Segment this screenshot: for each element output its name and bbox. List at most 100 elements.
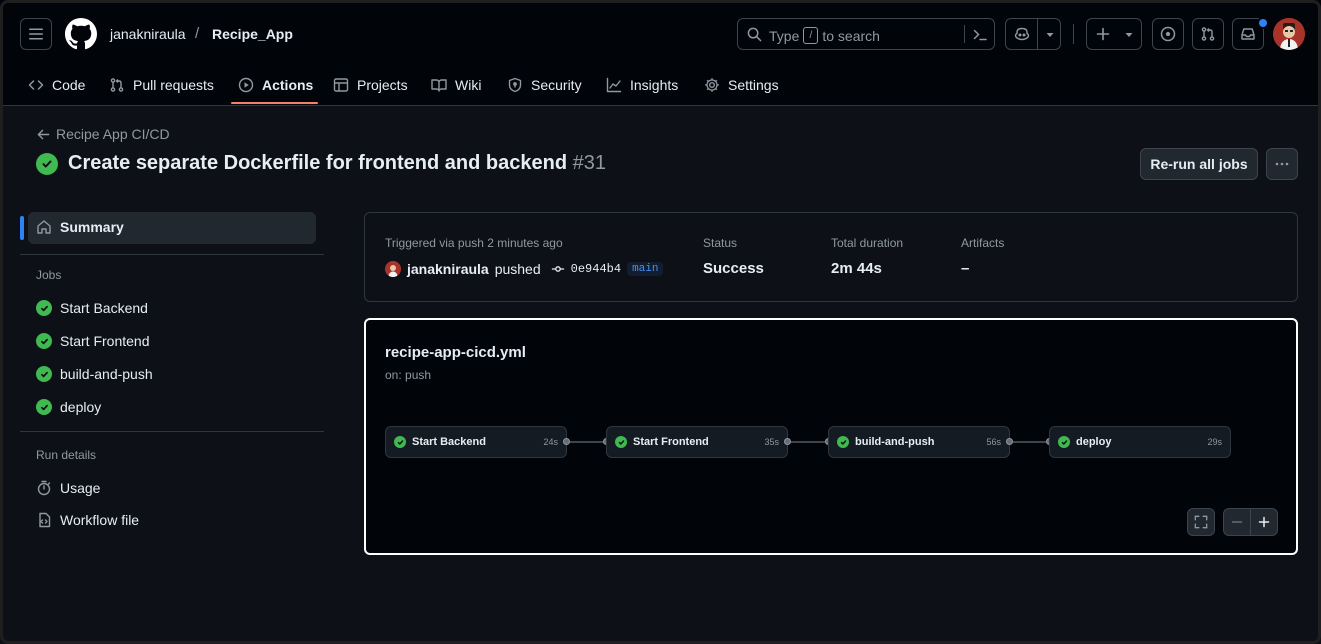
job-node-name: build-and-push	[855, 436, 935, 448]
job-connector-dot	[563, 438, 570, 445]
tab-projects-label: Projects	[357, 77, 408, 93]
job-node-name: Start Frontend	[633, 436, 709, 448]
job-node-duration: 56s	[986, 437, 1001, 447]
sidebar-job-label: Start Frontend	[60, 333, 150, 349]
rerun-all-jobs-button[interactable]: Re-run all jobs	[1140, 148, 1258, 180]
actor-avatar[interactable]	[385, 261, 401, 277]
job-node-name: Start Backend	[412, 436, 486, 448]
chevron-down-icon	[1125, 33, 1133, 37]
job-connector-line	[1013, 441, 1046, 443]
command-palette-icon[interactable]	[972, 27, 988, 43]
tab-security[interactable]: Security	[507, 66, 582, 104]
tab-wiki[interactable]: Wiki	[431, 66, 481, 104]
code-icon	[28, 80, 44, 90]
job-node-build-and-push[interactable]: build-and-push 56s	[828, 426, 1010, 458]
run-title-label: Create separate Dockerfile for frontend …	[68, 152, 568, 174]
tab-insights[interactable]: Insights	[606, 66, 678, 104]
check-circle-icon	[615, 436, 627, 448]
back-to-workflow-link[interactable]: Recipe App CI/CD	[37, 126, 170, 142]
chevron-down-icon[interactable]	[1045, 31, 1055, 39]
total-duration-value: 2m 44s	[831, 260, 882, 277]
search-shortcut-key: /	[803, 27, 819, 44]
sidebar-active-indicator	[20, 216, 24, 240]
github-logo-icon[interactable]	[65, 18, 97, 50]
tab-settings[interactable]: Settings	[704, 66, 779, 104]
git-pull-request-icon	[110, 78, 124, 92]
zoom-out-button[interactable]	[1223, 508, 1251, 536]
job-node-duration: 29s	[1207, 437, 1222, 447]
sidebar-item-usage[interactable]: Usage	[36, 480, 100, 496]
create-new-button[interactable]	[1086, 18, 1142, 50]
issue-opened-icon	[1160, 26, 1176, 42]
tab-projects[interactable]: Projects	[333, 66, 408, 104]
breadcrumb-repo[interactable]: Recipe_App	[212, 26, 293, 42]
sidebar-divider	[20, 254, 324, 255]
more-options-button[interactable]	[1266, 148, 1298, 180]
git-pull-request-icon	[1201, 27, 1215, 41]
tab-pull-requests[interactable]: Pull requests	[109, 66, 214, 104]
copilot-button[interactable]	[1005, 18, 1061, 50]
job-connector-dot	[1006, 438, 1013, 445]
notification-dot	[1257, 17, 1269, 29]
commit-sha-link[interactable]: 0e944b4	[571, 262, 621, 276]
run-number: #31	[572, 152, 606, 174]
global-header: janakniraula / Recipe_App Type / to sear…	[0, 0, 1321, 106]
tab-code[interactable]: Code	[28, 66, 85, 104]
job-node-deploy[interactable]: deploy 29s	[1049, 426, 1231, 458]
workflow-file-name[interactable]: recipe-app-cicd.yml	[385, 344, 526, 361]
job-connector-dot	[784, 438, 791, 445]
triggered-label: Triggered via push 2 minutes ago	[385, 236, 563, 250]
issues-button[interactable]	[1152, 18, 1184, 50]
run-title-text: Create separate Dockerfile for frontend …	[68, 152, 606, 175]
stopwatch-icon	[37, 480, 51, 496]
plus-icon	[1096, 27, 1110, 41]
job-node-start-frontend[interactable]: Start Frontend 35s	[606, 426, 788, 458]
active-tab-indicator	[231, 102, 318, 104]
tab-security-label: Security	[531, 77, 582, 93]
job-node-duration: 35s	[764, 437, 779, 447]
check-circle-icon	[36, 152, 58, 175]
job-node-name: deploy	[1076, 436, 1112, 448]
check-circle-icon	[36, 300, 52, 316]
search-input[interactable]: Type / to search	[737, 18, 995, 50]
search-icon	[747, 27, 762, 42]
tab-actions[interactable]: Actions	[238, 66, 313, 104]
breadcrumb-owner[interactable]: janakniraula	[110, 26, 186, 42]
fullscreen-button[interactable]	[1187, 508, 1215, 536]
copilot-icon	[1014, 27, 1030, 41]
sidebar-job-deploy[interactable]: deploy	[36, 399, 101, 415]
sidebar-item-workflow-file[interactable]: Workflow file	[36, 512, 139, 528]
status-label: Status	[703, 236, 738, 250]
arrow-left-icon	[37, 129, 50, 139]
tab-insights-label: Insights	[630, 77, 679, 93]
sidebar-job-label: deploy	[60, 399, 102, 415]
actor-name[interactable]: janakniraula	[407, 261, 489, 277]
sidebar-item-summary[interactable]: Summary	[36, 219, 124, 235]
job-node-start-backend[interactable]: Start Backend 24s	[385, 426, 567, 458]
check-circle-icon	[1058, 436, 1070, 448]
breadcrumb-separator: /	[195, 25, 200, 42]
avatar[interactable]	[1273, 18, 1305, 50]
sidebar-job-label: build-and-push	[60, 366, 153, 382]
header-separator	[1073, 24, 1074, 44]
pull-requests-button[interactable]	[1192, 18, 1224, 50]
shield-icon	[508, 77, 522, 93]
total-duration-label: Total duration	[831, 236, 904, 250]
check-circle-icon	[394, 436, 406, 448]
graph-icon	[606, 77, 622, 93]
zoom-in-button[interactable]	[1250, 508, 1278, 536]
search-placeholder: Type / to search	[769, 27, 880, 44]
menu-button[interactable]	[20, 18, 52, 50]
play-icon	[238, 77, 254, 93]
job-connector-line	[570, 441, 603, 443]
search-divider	[964, 25, 965, 43]
sidebar-job-build-and-push[interactable]: build-and-push	[36, 366, 153, 382]
home-icon	[37, 220, 51, 234]
run-title: Create separate Dockerfile for frontend …	[36, 152, 606, 175]
search-prefix: Type	[769, 27, 800, 44]
sidebar-divider	[20, 431, 324, 432]
branch-label[interactable]: main	[627, 262, 664, 276]
sidebar-job-start-frontend[interactable]: Start Frontend	[36, 333, 150, 349]
sidebar-job-start-backend[interactable]: Start Backend	[36, 300, 148, 316]
table-icon	[333, 78, 349, 92]
